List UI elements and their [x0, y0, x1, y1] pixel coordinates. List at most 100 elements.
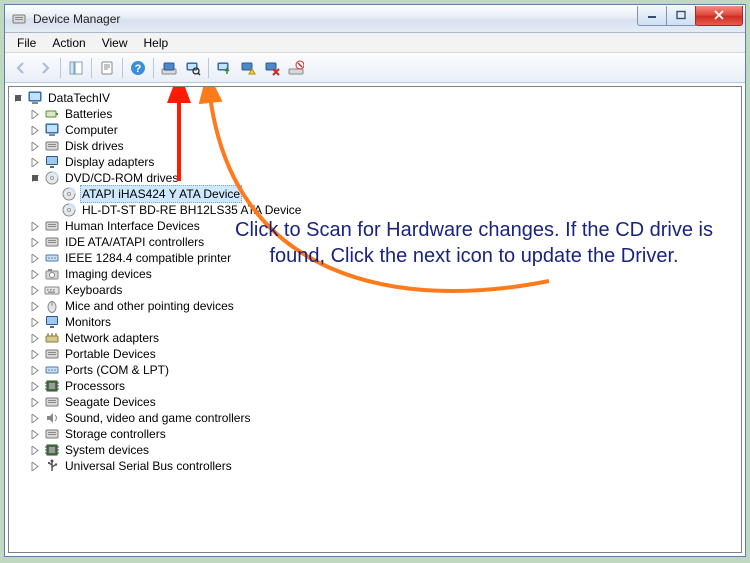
category-icon: [44, 234, 60, 250]
tree-category[interactable]: Display adapters: [30, 154, 738, 170]
toolbar-separator: [153, 58, 154, 78]
expand-toggle[interactable]: [30, 285, 41, 296]
category-icon: [44, 266, 60, 282]
tree-item-label: Human Interface Devices: [63, 218, 202, 234]
tree-item-label: Ports (COM & LPT): [63, 362, 171, 378]
category-icon: [44, 122, 60, 138]
tree-category[interactable]: Imaging devices: [30, 266, 738, 282]
expand-toggle[interactable]: [30, 125, 41, 136]
scan-icon: [185, 60, 201, 76]
category-icon: [44, 410, 60, 426]
tree-item-label: IDE ATA/ATAPI controllers: [63, 234, 206, 250]
tree-item-label: Sound, video and game controllers: [63, 410, 252, 426]
tree-item-label: Disk drives: [63, 138, 126, 154]
tree-category[interactable]: Monitors: [30, 314, 738, 330]
menu-action[interactable]: Action: [44, 34, 93, 52]
menu-view[interactable]: View: [94, 34, 136, 52]
category-icon: [44, 138, 60, 154]
menu-help[interactable]: Help: [136, 34, 177, 52]
tree-category[interactable]: Human Interface Devices: [30, 218, 738, 234]
tree-device[interactable]: HL-DT-ST BD-RE BH12LS35 ATA Device: [47, 202, 738, 218]
expand-toggle[interactable]: [30, 109, 41, 120]
tree-category[interactable]: IDE ATA/ATAPI controllers: [30, 234, 738, 250]
tree-item-label: Imaging devices: [63, 266, 154, 282]
expand-toggle[interactable]: [30, 253, 41, 264]
tree-category[interactable]: Keyboards: [30, 282, 738, 298]
toolbar-separator: [208, 58, 209, 78]
tree-root[interactable]: DataTechIV: [13, 90, 738, 106]
tree-item-label: HL-DT-ST BD-RE BH12LS35 ATA Device: [80, 202, 303, 218]
expand-toggle[interactable]: [30, 333, 41, 344]
tree-category[interactable]: IEEE 1284.4 compatible printer: [30, 250, 738, 266]
expand-toggle[interactable]: [30, 429, 41, 440]
back-arrow-icon: [13, 60, 29, 76]
expand-toggle[interactable]: [13, 93, 24, 104]
expand-toggle[interactable]: [30, 301, 41, 312]
tree-category[interactable]: DVD/CD-ROM drives: [30, 170, 738, 186]
computer-icon: [27, 90, 43, 106]
category-icon: [44, 218, 60, 234]
uninstall-button[interactable]: [260, 56, 284, 80]
expand-toggle[interactable]: [30, 381, 41, 392]
tree-category[interactable]: Computer: [30, 122, 738, 138]
expand-toggle[interactable]: [30, 413, 41, 424]
disable-button[interactable]: [236, 56, 260, 80]
tree-category[interactable]: Network adapters: [30, 330, 738, 346]
tree-item-label: Display adapters: [63, 154, 156, 170]
update-driver-icon: [216, 60, 232, 76]
expand-toggle[interactable]: [30, 397, 41, 408]
tree-category[interactable]: Disk drives: [30, 138, 738, 154]
close-button[interactable]: [695, 6, 743, 26]
minimize-button[interactable]: [637, 6, 667, 26]
window-title: Device Manager: [33, 12, 638, 26]
expand-toggle[interactable]: [30, 269, 41, 280]
maximize-button[interactable]: [666, 6, 696, 26]
tree-category[interactable]: System devices: [30, 442, 738, 458]
tree-category[interactable]: Seagate Devices: [30, 394, 738, 410]
update-driver-button[interactable]: [212, 56, 236, 80]
tree-device[interactable]: ATAPI iHAS424 Y ATA Device: [47, 186, 738, 202]
tree-category[interactable]: Mice and other pointing devices: [30, 298, 738, 314]
menu-file[interactable]: File: [9, 34, 44, 52]
expand-toggle[interactable]: [30, 237, 41, 248]
title-bar[interactable]: Device Manager: [5, 5, 745, 33]
category-icon: [44, 426, 60, 442]
device-tree[interactable]: DataTechIV BatteriesComputerDisk drivesD…: [9, 90, 738, 474]
expand-toggle[interactable]: [30, 445, 41, 456]
tree-category[interactable]: Ports (COM & LPT): [30, 362, 738, 378]
console-tree-button[interactable]: [64, 56, 88, 80]
tree-category[interactable]: Batteries: [30, 106, 738, 122]
tree-item-label: Mice and other pointing devices: [63, 298, 236, 314]
toolbar-separator: [91, 58, 92, 78]
category-icon: [44, 282, 60, 298]
expand-toggle[interactable]: [30, 317, 41, 328]
expand-toggle[interactable]: [30, 349, 41, 360]
category-icon: [44, 378, 60, 394]
expand-toggle[interactable]: [30, 173, 41, 184]
properties-button[interactable]: [95, 56, 119, 80]
tree-item-label: Computer: [63, 122, 120, 138]
unknown-devices-button[interactable]: [284, 56, 308, 80]
category-icon: [44, 170, 60, 186]
tree-category[interactable]: Processors: [30, 378, 738, 394]
tree-category[interactable]: Sound, video and game controllers: [30, 410, 738, 426]
category-icon: [44, 250, 60, 266]
tree-item-label: ATAPI iHAS424 Y ATA Device: [80, 185, 242, 203]
back-button[interactable]: [9, 56, 33, 80]
expand-toggle[interactable]: [30, 365, 41, 376]
category-icon: [44, 154, 60, 170]
help-button[interactable]: [126, 56, 150, 80]
expand-toggle[interactable]: [30, 141, 41, 152]
show-hidden-button[interactable]: [157, 56, 181, 80]
tree-category[interactable]: Storage controllers: [30, 426, 738, 442]
expand-toggle[interactable]: [30, 157, 41, 168]
scan-hardware-button[interactable]: [181, 56, 205, 80]
tree-item-label: Keyboards: [63, 282, 124, 298]
expand-toggle[interactable]: [30, 461, 41, 472]
tree-category[interactable]: Universal Serial Bus controllers: [30, 458, 738, 474]
menu-bar: File Action View Help: [5, 33, 745, 53]
unknown-device-icon: [288, 60, 304, 76]
tree-category[interactable]: Portable Devices: [30, 346, 738, 362]
expand-toggle[interactable]: [30, 221, 41, 232]
forward-button[interactable]: [33, 56, 57, 80]
